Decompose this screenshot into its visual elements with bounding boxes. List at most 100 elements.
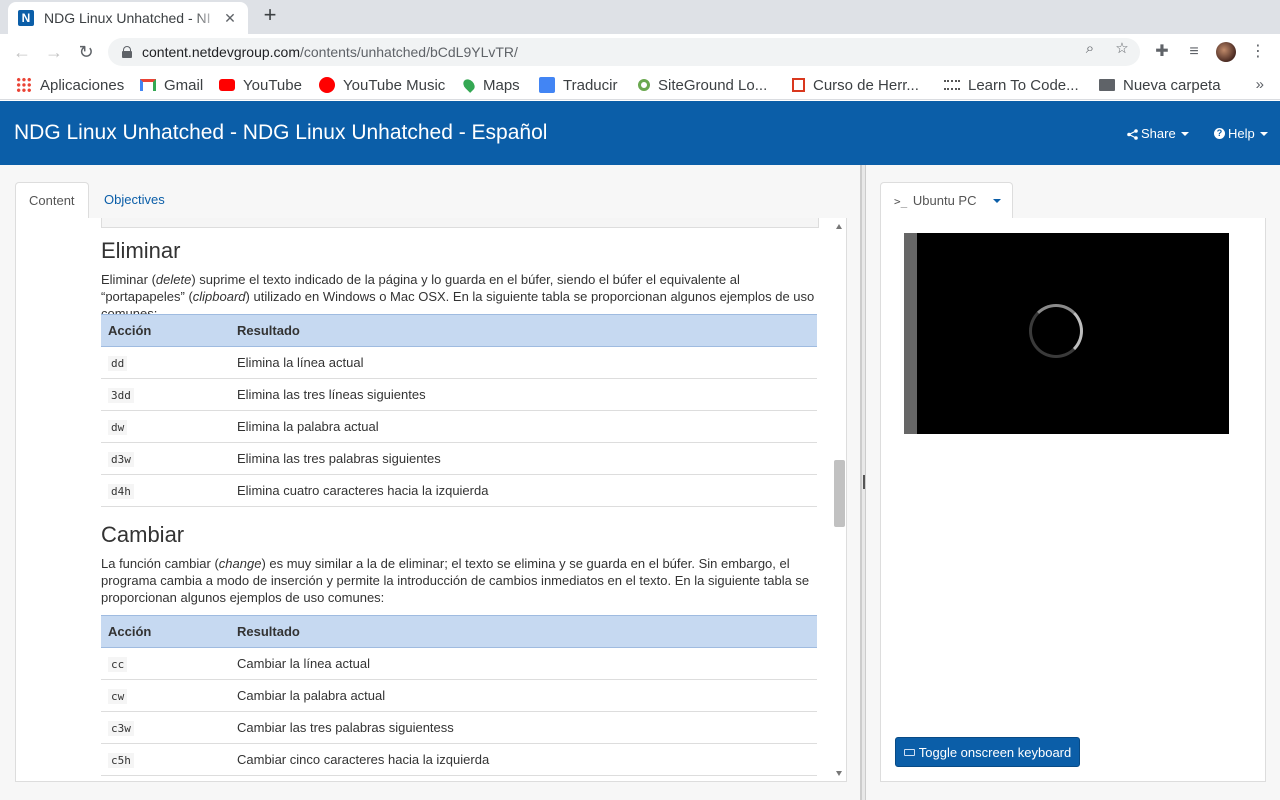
command-code: dw	[108, 420, 128, 435]
command-result: Elimina las tres palabras siguientes	[230, 442, 817, 475]
splitter-grip[interactable]	[863, 475, 865, 489]
command-result: Cambiar la palabra actual	[230, 679, 817, 712]
tab-ubuntu-pc[interactable]: >_ Ubuntu PC	[880, 182, 1013, 219]
previous-section-box	[101, 218, 819, 228]
siteground-icon	[638, 79, 650, 91]
share-label: Share	[1141, 126, 1176, 141]
forward-arrow-icon[interactable]: →	[42, 40, 66, 64]
lesson-content: Eliminar Eliminar (delete) suprime el te…	[15, 218, 847, 782]
table-row: d4h Elimina cuatro caracteres hacia la iz…	[101, 474, 817, 507]
help-label: Help	[1228, 126, 1255, 141]
share-menu[interactable]: Share	[1127, 126, 1189, 141]
content-tabs: Content Objectives	[15, 182, 847, 219]
bookmark-nueva-carpeta[interactable]: Nueva carpeta	[1099, 75, 1221, 95]
column-header-accion: Acción	[101, 615, 230, 648]
youtube-icon	[219, 79, 235, 91]
command-code: dd	[108, 356, 128, 371]
table-row: cw Cambiar la palabra actual	[101, 679, 817, 712]
command-code: cc	[108, 657, 128, 672]
toggle-keyboard-label: Toggle onscreen keyboard	[918, 744, 1072, 760]
table-row: dw Elimina la palabra actual	[101, 410, 817, 443]
console-sidebar	[904, 233, 917, 434]
bookmark-star-icon[interactable]: ☆	[1114, 41, 1130, 57]
extensions-puzzle-icon[interactable]: ✚	[1152, 42, 1172, 62]
lesson-scroll-area[interactable]: Eliminar Eliminar (delete) suprime el te…	[16, 218, 831, 781]
command-result: Cambiar la línea actual	[230, 647, 817, 680]
column-header-accion: Acción	[101, 314, 230, 347]
loading-spinner-icon	[1029, 304, 1083, 358]
maps-pin-icon	[461, 77, 477, 93]
command-result: Elimina la palabra actual	[230, 410, 817, 443]
column-header-resultado: Resultado	[230, 314, 817, 347]
command-code: c5h	[108, 753, 134, 768]
bookmark-youtube[interactable]: YouTube	[219, 75, 302, 95]
browser-menu-icon[interactable]: ⋮	[1248, 42, 1268, 62]
profile-avatar[interactable]	[1216, 42, 1236, 62]
bookmark-curso[interactable]: Curso de Herr...	[792, 75, 919, 95]
share-caret-icon	[1180, 131, 1189, 136]
media-queue-icon[interactable]: ≡	[1184, 42, 1204, 62]
scrollbar-thumb[interactable]	[834, 460, 845, 527]
command-code: d3w	[108, 452, 134, 467]
browser-tab-title: NDG Linux Unhatched - NI	[44, 10, 211, 26]
tab-objectives[interactable]: Objectives	[91, 182, 178, 219]
command-result: Cambiar cinco caracteres hacia la izquie…	[230, 743, 817, 776]
section-title-cambiar: Cambiar	[101, 522, 185, 547]
scroll-down-arrow-icon[interactable]	[836, 771, 842, 776]
app-header: NDG Linux Unhatched - NDG Linux Unhatche…	[0, 101, 1280, 165]
bookmarks-bar: Aplicaciones Gmail YouTube YouTube Music…	[0, 70, 1280, 100]
bookmark-gmail[interactable]: Gmail	[140, 75, 203, 95]
section-intro-cambiar: La función cambiar (change) es muy simil…	[101, 556, 810, 605]
browser-tabstrip: N NDG Linux Unhatched - NI ✕ +	[0, 0, 1280, 34]
folder-icon	[1099, 79, 1115, 91]
youtube-music-icon	[319, 77, 335, 93]
bookmarks-overflow-icon[interactable]: »	[1256, 76, 1264, 93]
scroll-up-arrow-icon[interactable]	[836, 224, 842, 229]
command-code: cw	[108, 689, 128, 704]
lock-icon	[122, 46, 132, 58]
vm-console-screen[interactable]	[904, 233, 1229, 434]
vm-tab-label: Ubuntu PC	[912, 193, 977, 208]
help-question-icon: ?	[1214, 128, 1225, 139]
bookmark-traducir[interactable]: Traducir	[539, 75, 617, 95]
cisco-icon	[944, 80, 960, 90]
toggle-keyboard-button[interactable]: Toggle onscreen keyboard	[895, 737, 1080, 767]
terminal-prompt-icon: >_	[894, 195, 908, 208]
command-code: 3dd	[108, 388, 134, 403]
vm-tabs: >_ Ubuntu PC	[880, 182, 1266, 219]
table-row: dd Elimina la línea actual	[101, 346, 817, 379]
column-header-resultado: Resultado	[230, 615, 817, 648]
close-tab-icon[interactable]: ✕	[222, 10, 238, 27]
back-arrow-icon[interactable]: ←	[10, 40, 34, 64]
bookmark-maps[interactable]: Maps	[461, 75, 520, 95]
address-bar[interactable]: content.netdevgroup.com/contents/unhatch…	[108, 38, 1140, 66]
gmail-icon	[140, 79, 156, 91]
content-scrollbar[interactable]	[832, 218, 846, 781]
new-tab-button[interactable]: +	[258, 4, 282, 28]
table-cambiar: Acción Resultado cc Cambiar la línea actu…	[101, 615, 817, 776]
table-row: d3w Elimina las tres palabras siguientes	[101, 442, 817, 475]
zoom-icon[interactable]: ⌕	[1082, 41, 1098, 57]
bookmark-learn-to-code[interactable]: Learn To Code...	[944, 75, 1079, 95]
browser-toolbar: ← → ↻ content.netdevgroup.com/contents/u…	[0, 34, 1280, 70]
share-icon	[1127, 128, 1138, 140]
table-eliminar: Acción Resultado dd Elimina la línea actu…	[101, 314, 817, 507]
help-menu[interactable]: ? Help	[1214, 126, 1268, 141]
browser-tab[interactable]: N NDG Linux Unhatched - NI ✕	[8, 2, 248, 34]
help-caret-icon	[1259, 131, 1268, 136]
bookmark-siteground[interactable]: SiteGround Lo...	[638, 75, 767, 95]
ndg-favicon-icon: N	[18, 10, 34, 26]
tab-content[interactable]: Content	[15, 182, 89, 219]
translate-icon	[539, 77, 555, 93]
bookmark-youtube-music[interactable]: YouTube Music	[319, 75, 445, 95]
table-row: c5h Cambiar cinco caracteres hacia la izq…	[101, 743, 817, 776]
table-row: c3w Cambiar las tres palabras siguientess	[101, 711, 817, 744]
command-result: Elimina la línea actual	[230, 346, 817, 379]
command-result: Elimina las tres líneas siguientes	[230, 378, 817, 411]
table-row: cc Cambiar la línea actual	[101, 647, 817, 680]
command-code: d4h	[108, 484, 134, 499]
reload-icon[interactable]: ↻	[74, 40, 98, 64]
bookmark-aplicaciones[interactable]: Aplicaciones	[16, 75, 124, 95]
command-result: Cambiar las tres palabras siguientess	[230, 711, 817, 744]
vm-dropdown-caret-icon[interactable]	[993, 199, 1001, 203]
